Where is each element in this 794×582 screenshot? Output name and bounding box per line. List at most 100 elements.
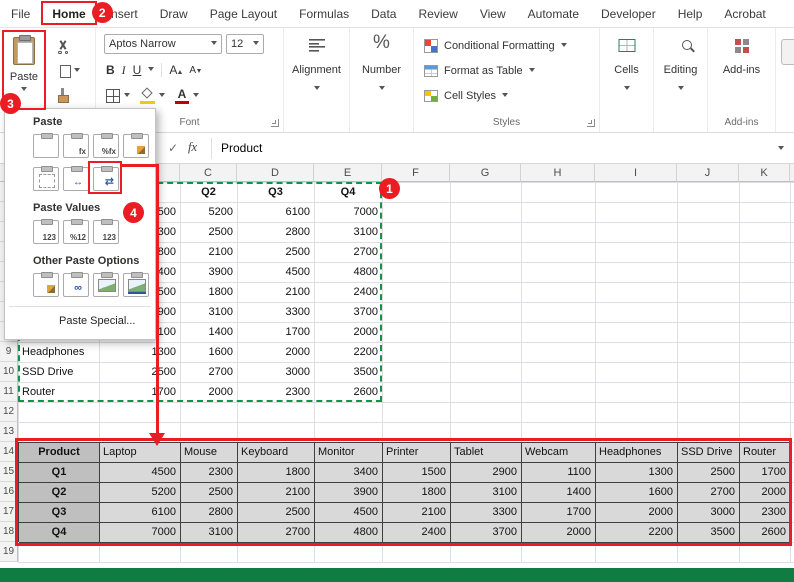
values-number-formatting-icon[interactable]: %12 xyxy=(63,220,89,244)
tab-file[interactable]: File xyxy=(0,0,41,27)
formulas-number-formatting-icon[interactable]: %fx xyxy=(93,134,119,158)
cell-A9[interactable]: Headphones xyxy=(18,342,99,362)
cell-B11[interactable]: 1700 xyxy=(99,382,180,402)
tab-help[interactable]: Help xyxy=(667,0,714,27)
cells-group-button[interactable]: Cells xyxy=(600,28,654,132)
borders-icon[interactable] xyxy=(106,89,120,103)
tab-draw[interactable]: Draw xyxy=(149,0,199,27)
keep-source-column-widths-icon[interactable]: ↔ xyxy=(63,167,89,191)
font-size-select[interactable]: 12 xyxy=(226,34,264,54)
cell-C5[interactable]: 3900 xyxy=(180,262,237,282)
chevron-down-icon[interactable] xyxy=(124,93,130,100)
chevron-down-icon[interactable] xyxy=(193,93,199,100)
cut-button[interactable] xyxy=(52,37,88,57)
row-header-11[interactable]: 11 xyxy=(0,382,18,402)
row-header-9[interactable]: 9 xyxy=(0,342,18,362)
fill-color-icon[interactable] xyxy=(140,88,155,104)
cell-E3[interactable]: 3100 xyxy=(314,222,382,242)
tab-review[interactable]: Review xyxy=(407,0,468,27)
tab-acrobat[interactable]: Acrobat xyxy=(713,0,776,27)
cell-D5[interactable]: 4500 xyxy=(237,262,314,282)
no-borders-icon[interactable] xyxy=(33,167,59,191)
column-header-E[interactable]: E xyxy=(314,164,382,182)
tab-page-layout[interactable]: Page Layout xyxy=(199,0,288,27)
cell-E1[interactable]: Q4 xyxy=(314,182,382,202)
conditional-formatting-button[interactable]: Conditional Formatting xyxy=(424,36,567,56)
copy-button[interactable] xyxy=(52,61,88,81)
cell-D1[interactable]: Q3 xyxy=(237,182,314,202)
underline-button[interactable]: U xyxy=(133,63,142,77)
cell-E9[interactable]: 2200 xyxy=(314,342,382,362)
cell-C3[interactable]: 2500 xyxy=(180,222,237,242)
cell-D6[interactable]: 2100 xyxy=(237,282,314,302)
cell-B9[interactable]: 1300 xyxy=(99,342,180,362)
cell-C1[interactable]: Q2 xyxy=(180,182,237,202)
chevron-down-icon[interactable] xyxy=(159,93,165,100)
linked-picture-icon[interactable] xyxy=(123,273,149,297)
cell-D8[interactable]: 1700 xyxy=(237,322,314,342)
addins-group-button[interactable]: Add-ins Add-ins xyxy=(708,28,776,132)
cell-C10[interactable]: 2700 xyxy=(180,362,237,382)
cell-E6[interactable]: 2400 xyxy=(314,282,382,302)
paste-link-icon[interactable]: ∞ xyxy=(63,273,89,297)
cell-C2[interactable]: 5200 xyxy=(180,202,237,222)
column-header-D[interactable]: D xyxy=(237,164,314,182)
tab-data[interactable]: Data xyxy=(360,0,407,27)
tab-view[interactable]: View xyxy=(469,0,517,27)
bold-button[interactable]: B xyxy=(106,63,115,77)
tab-automate[interactable]: Automate xyxy=(517,0,590,27)
cell-D2[interactable]: 6100 xyxy=(237,202,314,222)
tab-developer[interactable]: Developer xyxy=(590,0,667,27)
row-header-12[interactable]: 12 xyxy=(0,402,18,422)
cell-E11[interactable]: 2600 xyxy=(314,382,382,402)
cell-E2[interactable]: 7000 xyxy=(314,202,382,222)
cell-C9[interactable]: 1600 xyxy=(180,342,237,362)
enter-check-icon[interactable]: ✓ xyxy=(168,141,178,155)
cell-C4[interactable]: 2100 xyxy=(180,242,237,262)
cell-styles-button[interactable]: Cell Styles xyxy=(424,86,508,106)
number-group-button[interactable]: % Number xyxy=(350,28,414,132)
styles-dialog-launcher-icon[interactable] xyxy=(587,119,595,127)
cell-C8[interactable]: 1400 xyxy=(180,322,237,342)
font-dialog-launcher-icon[interactable] xyxy=(271,119,279,127)
column-header-J[interactable]: J xyxy=(677,164,739,182)
cell-A11[interactable]: Router xyxy=(18,382,99,402)
editing-group-button[interactable]: Editing xyxy=(654,28,708,132)
cell-D9[interactable]: 2000 xyxy=(237,342,314,362)
picture-icon[interactable] xyxy=(93,273,119,297)
formula-bar-value[interactable]: Product xyxy=(221,141,262,155)
cell-D11[interactable]: 2300 xyxy=(237,382,314,402)
column-header-I[interactable]: I xyxy=(595,164,677,182)
cell-E7[interactable]: 3700 xyxy=(314,302,382,322)
underline-options-icon[interactable] xyxy=(148,67,154,74)
cell-D10[interactable]: 3000 xyxy=(237,362,314,382)
font-color-icon[interactable]: A xyxy=(175,88,189,104)
row-header-10[interactable]: 10 xyxy=(0,362,18,382)
values-source-formatting-icon[interactable]: 123 xyxy=(93,220,119,244)
column-header-H[interactable]: H xyxy=(521,164,595,182)
formulas-icon[interactable]: fx xyxy=(63,134,89,158)
font-name-select[interactable]: Aptos Narrow xyxy=(104,34,222,54)
clipped-button-icon[interactable] xyxy=(781,39,794,65)
column-header-C[interactable]: C xyxy=(180,164,237,182)
increase-font-size-button[interactable]: A xyxy=(169,63,182,77)
format-as-table-button[interactable]: Format as Table xyxy=(424,61,535,81)
cell-B10[interactable]: 2500 xyxy=(99,362,180,382)
cell-D4[interactable]: 2500 xyxy=(237,242,314,262)
formatting-icon[interactable] xyxy=(33,273,59,297)
insert-function-icon[interactable]: fx xyxy=(188,140,197,155)
decrease-font-size-button[interactable]: A xyxy=(189,65,201,76)
format-painter-button[interactable] xyxy=(52,85,88,105)
cell-E10[interactable]: 3500 xyxy=(314,362,382,382)
cell-C6[interactable]: 1800 xyxy=(180,282,237,302)
keep-source-formatting-icon[interactable] xyxy=(123,134,149,158)
paste-special-menu-item[interactable]: Paste Special... xyxy=(59,312,151,330)
values-icon[interactable]: 123 xyxy=(33,220,59,244)
cell-E4[interactable]: 2700 xyxy=(314,242,382,262)
cell-E5[interactable]: 4800 xyxy=(314,262,382,282)
cell-D7[interactable]: 3300 xyxy=(237,302,314,322)
cell-E8[interactable]: 2000 xyxy=(314,322,382,342)
cell-D3[interactable]: 2800 xyxy=(237,222,314,242)
tab-home[interactable]: Home2 xyxy=(41,0,96,27)
alignment-group-button[interactable]: Alignment xyxy=(284,28,350,132)
